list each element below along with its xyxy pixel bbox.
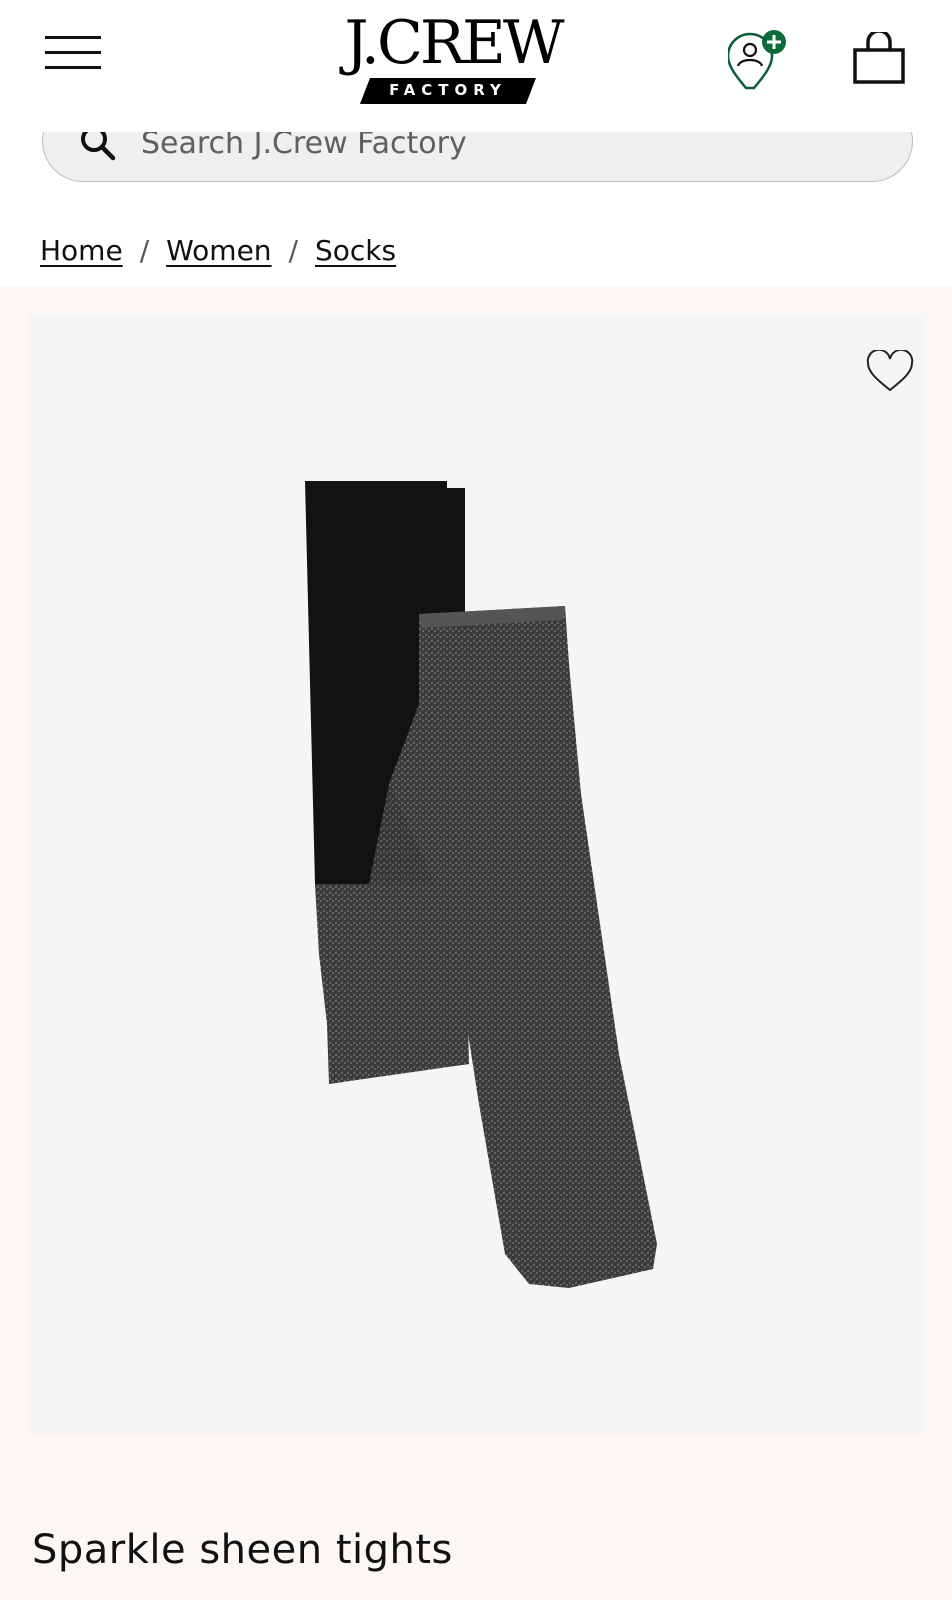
breadcrumb-women-link[interactable]: Women xyxy=(166,234,271,267)
logo-factory-text: FACTORY xyxy=(389,81,507,99)
site-header: J.CREW FACTORY xyxy=(0,0,952,132)
product-image-tights xyxy=(305,481,657,1288)
heart-icon[interactable] xyxy=(865,350,915,394)
logo-factory-badge: FACTORY xyxy=(360,78,536,104)
breadcrumb-socks-link[interactable]: Socks xyxy=(315,234,396,267)
product-title: Sparkle sheen tights xyxy=(32,1527,453,1573)
breadcrumb-home-link[interactable]: Home xyxy=(40,234,123,267)
breadcrumb-separator: / xyxy=(288,233,298,267)
breadcrumb-separator: / xyxy=(139,233,150,267)
breadcrumb: Home / Women / Socks xyxy=(40,230,396,270)
shopping-bag-icon[interactable] xyxy=(852,29,906,86)
logo-wordmark: J.CREW xyxy=(344,8,564,78)
product-image-panel[interactable] xyxy=(29,314,922,1434)
hamburger-menu-icon[interactable] xyxy=(45,36,101,72)
brand-logo[interactable]: J.CREW FACTORY xyxy=(330,10,576,105)
product-section: Sparkle sheen tights xyxy=(0,287,952,1600)
account-location-icon[interactable] xyxy=(726,28,796,94)
